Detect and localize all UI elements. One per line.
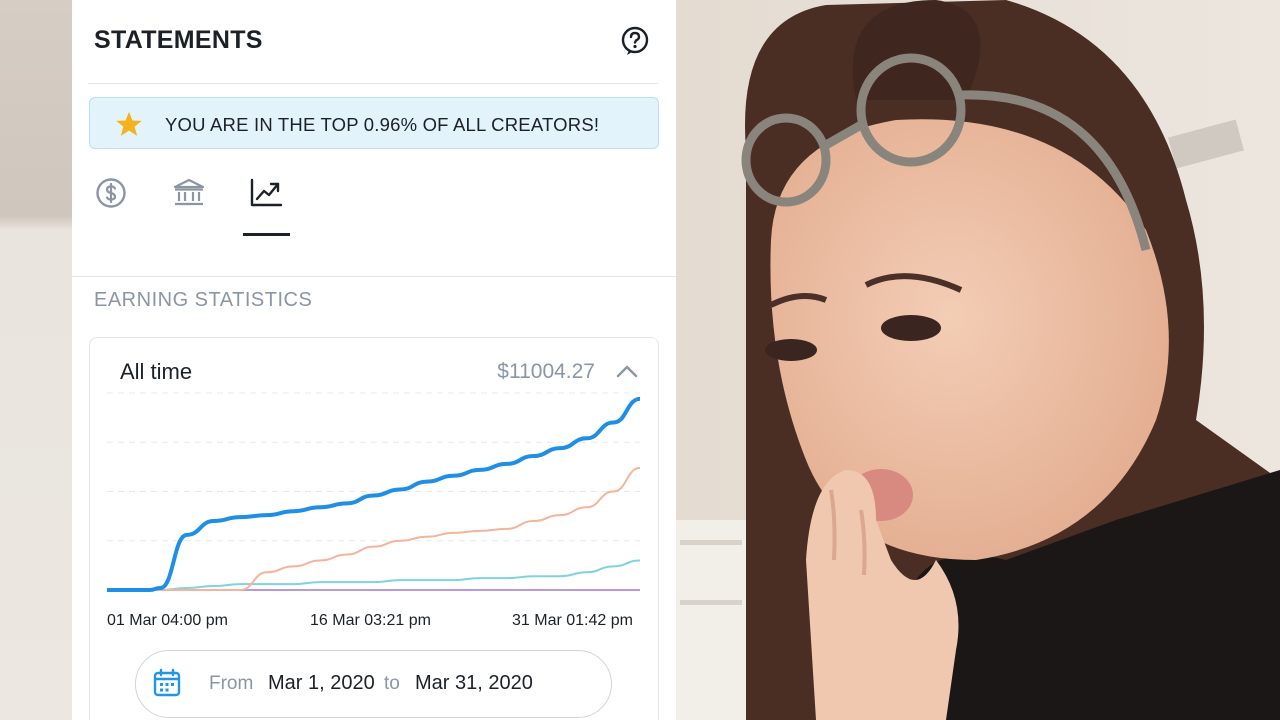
header-divider (88, 83, 658, 84)
background-wall (0, 0, 72, 720)
active-tab-indicator (243, 233, 290, 236)
calendar-icon[interactable] (152, 668, 182, 698)
earnings-chart (107, 392, 640, 592)
total-earnings: $11004.27 (497, 360, 595, 383)
date-from-value[interactable]: Mar 1, 2020 (268, 672, 375, 695)
x-tick-label: 31 Mar 01:42 pm (512, 612, 633, 629)
star-icon (116, 111, 142, 136)
banner-text: YOU ARE IN THE TOP 0.96% OF ALL CREATORS… (165, 114, 600, 135)
tab-bank[interactable] (172, 176, 206, 210)
date-to-value[interactable]: Mar 31, 2020 (415, 672, 533, 695)
help-icon[interactable] (620, 26, 650, 56)
period-label: All time (120, 359, 193, 384)
top-creator-banner: YOU ARE IN THE TOP 0.96% OF ALL CREATORS… (89, 97, 659, 149)
x-tick-label: 16 Mar 03:21 pm (310, 612, 431, 629)
date-from-label: From (209, 673, 254, 694)
date-to-label: to (384, 673, 400, 694)
trending-up-icon (250, 178, 283, 207)
shelf (676, 520, 746, 720)
bank-icon (173, 178, 205, 206)
chevron-up-icon[interactable] (615, 362, 639, 380)
series-line (107, 466, 640, 591)
tabs-divider (72, 276, 676, 277)
x-tick-label: 01 Mar 04:00 pm (107, 612, 228, 629)
creator-photo (676, 0, 1280, 720)
statements-panel: STATEMENTS YOU ARE IN THE TOP 0.96% OF A… (72, 0, 676, 720)
tab-earnings-dollar[interactable] (94, 176, 128, 210)
tab-statistics[interactable] (249, 176, 283, 210)
section-title: EARNING STATISTICS (94, 289, 313, 311)
page-title: STATEMENTS (94, 26, 263, 54)
dollar-circle-icon (96, 178, 126, 208)
series-line (107, 396, 640, 592)
series-line (107, 559, 640, 591)
